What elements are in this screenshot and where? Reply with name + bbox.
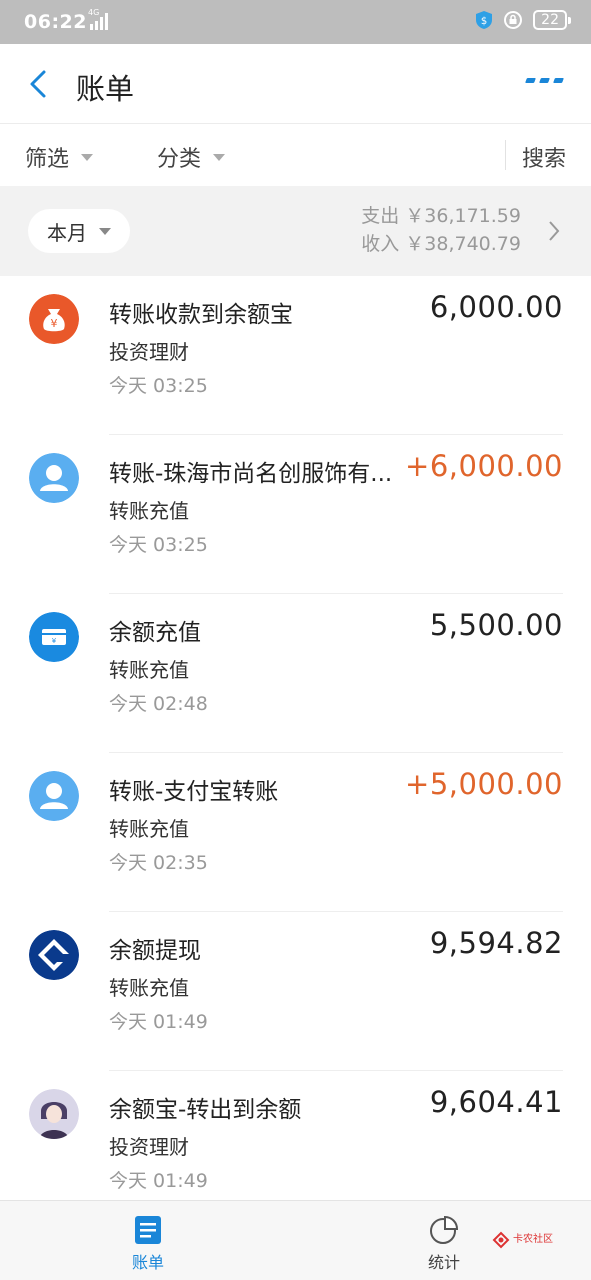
transaction-category: 转账充值 — [109, 658, 189, 682]
transaction-amount: +5,000.00 — [405, 767, 563, 801]
svg-text:¥: ¥ — [52, 637, 57, 645]
caret-down-icon — [81, 153, 94, 161]
transaction-amount: 5,500.00 — [429, 608, 563, 642]
battery-indicator: 22 — [533, 10, 571, 30]
transaction-time: 今天 01:49 — [109, 1170, 208, 1192]
transaction-title: 转账-珠海市尚名创服饰有... — [109, 461, 393, 487]
page-title: 账单 — [76, 72, 135, 106]
more-menu-icon[interactable] — [525, 78, 564, 83]
transaction-amount: 9,594.82 — [429, 926, 563, 960]
transaction-title: 转账-支付宝转账 — [109, 779, 279, 805]
transaction-title: 余额宝-转出到余额 — [109, 1097, 302, 1123]
bottom-tab-bar: 账单 统计 卡农社区 — [0, 1200, 591, 1280]
tab-bill[interactable]: 账单 — [128, 1215, 168, 1273]
month-summary: 本月 支出 ￥36,171.59 收入 ￥38,740.79 — [0, 186, 591, 276]
transaction-category: 转账充值 — [109, 976, 189, 1000]
watermark-text: 卡农社区 — [513, 1234, 553, 1245]
transaction-category: 转账充值 — [109, 817, 189, 841]
transaction-amount: 9,604.41 — [429, 1085, 563, 1119]
watermark-logo: 卡农社区 — [492, 1231, 553, 1249]
tab-bill-label: 账单 — [131, 1253, 164, 1272]
transaction-category: 转账充值 — [109, 499, 189, 523]
transaction-item[interactable]: 余额提现 转账充值 今天 01:49 9,594.82 — [0, 912, 591, 1071]
caret-down-icon — [213, 153, 226, 161]
filter-dropdown[interactable]: 筛选 — [25, 141, 94, 173]
nav-bar: 账单 — [0, 44, 591, 124]
transaction-list: ¥ 转账收款到余额宝 投资理财 今天 03:25 6,000.00 转账-珠海市… — [0, 276, 591, 1230]
tab-stats[interactable]: 统计 — [422, 1215, 466, 1273]
transaction-category: 投资理财 — [109, 1135, 189, 1159]
transaction-title: 余额充值 — [109, 620, 201, 646]
transaction-item[interactable]: 转账-珠海市尚名创服饰有... 转账充值 今天 03:25 +6,000.00 — [0, 435, 591, 594]
transaction-time: 今天 03:25 — [109, 534, 208, 556]
watermark-icon — [492, 1231, 510, 1249]
expense-total: 支出 ￥36,171.59 — [361, 205, 521, 227]
category-label: 分类 — [157, 147, 202, 172]
transaction-title: 转账收款到余额宝 — [109, 302, 293, 328]
transaction-category: 投资理财 — [109, 340, 189, 364]
svg-text:¥: ¥ — [51, 317, 58, 330]
user-avatar-icon — [29, 771, 79, 821]
user-avatar-icon — [29, 453, 79, 503]
transaction-time: 今天 03:25 — [109, 375, 208, 397]
transaction-item[interactable]: 转账-支付宝转账 转账充值 今天 02:35 +5,000.00 — [0, 753, 591, 912]
summary-totals[interactable]: 支出 ￥36,171.59 收入 ￥38,740.79 — [361, 202, 521, 258]
transaction-item[interactable]: ¥ 转账收款到余额宝 投资理财 今天 03:25 6,000.00 — [0, 276, 591, 435]
transaction-time: 今天 02:35 — [109, 852, 208, 874]
back-arrow-icon[interactable] — [26, 68, 50, 100]
transaction-time: 今天 01:49 — [109, 1011, 208, 1033]
transaction-title: 余额提现 — [109, 938, 201, 964]
rotation-lock-icon — [504, 11, 523, 29]
caret-down-icon — [99, 227, 111, 235]
search-button[interactable]: 搜索 — [522, 141, 566, 173]
security-shield-icon: $ — [476, 11, 493, 29]
transaction-time: 今天 02:48 — [109, 693, 208, 715]
transaction-item[interactable]: ¥ 余额充值 转账充值 今天 02:48 5,500.00 — [0, 594, 591, 753]
status-time: 06:22 — [24, 11, 87, 33]
chevron-right-icon[interactable] — [547, 219, 561, 243]
transaction-amount: 6,000.00 — [429, 290, 563, 324]
pie-chart-icon — [430, 1215, 459, 1244]
filter-bar: 筛选 分类 搜索 — [0, 124, 591, 186]
money-bag-icon: ¥ — [29, 294, 79, 344]
svg-text:$: $ — [481, 16, 487, 27]
bill-list-icon — [135, 1216, 161, 1244]
signal-icon — [90, 13, 108, 30]
month-label: 本月 — [47, 220, 87, 245]
filter-label: 筛选 — [25, 147, 70, 172]
ccb-bank-icon — [29, 930, 79, 980]
category-dropdown[interactable]: 分类 — [157, 141, 226, 173]
divider — [505, 140, 506, 170]
transaction-amount: +6,000.00 — [405, 449, 563, 483]
month-selector[interactable]: 本月 — [28, 209, 130, 253]
status-bar: 06:22 4G $ 22 — [0, 0, 591, 44]
tab-stats-label: 统计 — [427, 1253, 460, 1272]
card-icon: ¥ — [29, 612, 79, 662]
anime-avatar-icon — [29, 1089, 79, 1139]
income-total: 收入 ￥38,740.79 — [361, 233, 521, 255]
